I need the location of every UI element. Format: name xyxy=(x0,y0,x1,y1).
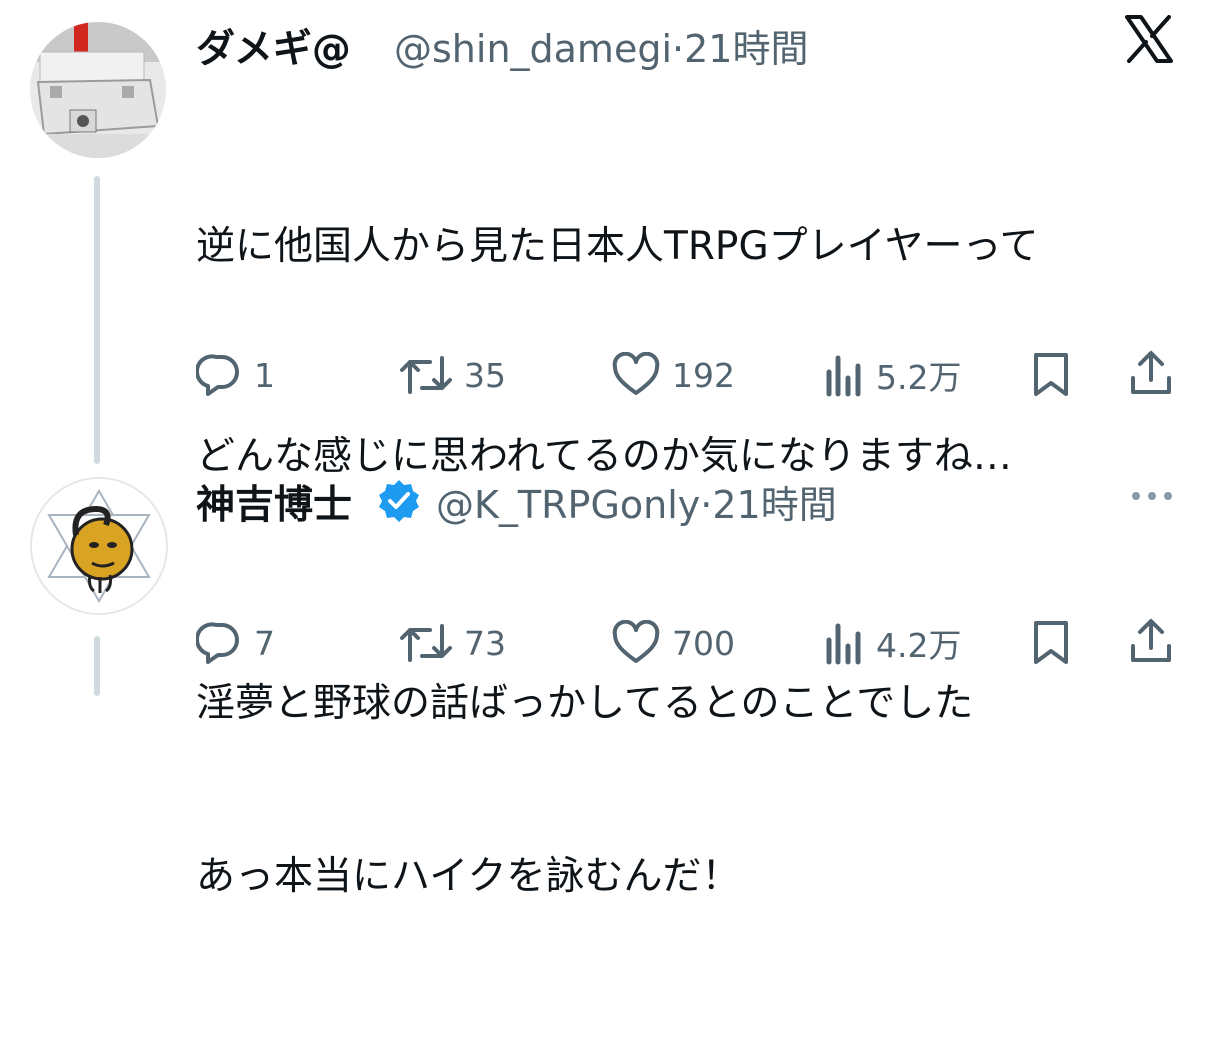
avatar[interactable] xyxy=(30,477,168,615)
reply-button[interactable]: 1 xyxy=(196,349,275,401)
separator: · xyxy=(700,483,713,527)
like-count: 700 xyxy=(672,623,735,663)
views-count: 4.2万 xyxy=(876,626,962,665)
x-logo-icon[interactable] xyxy=(1124,14,1174,68)
like-button[interactable]: 700 xyxy=(612,617,735,669)
heart-icon xyxy=(612,620,660,666)
display-name[interactable]: 神吉博士 xyxy=(196,474,352,530)
timestamp[interactable]: 21時間 xyxy=(684,27,808,71)
retweet-count: 35 xyxy=(464,355,506,395)
bookmark-icon[interactable] xyxy=(1031,352,1071,402)
retweet-button[interactable]: 35 xyxy=(400,349,506,401)
reply-count: 1 xyxy=(254,355,275,395)
handle[interactable]: @shin_damegi xyxy=(394,27,672,71)
share-icon[interactable] xyxy=(1128,618,1174,668)
views-icon xyxy=(824,352,864,398)
tweet-text: 淫夢と野球の話ばっかしてるとのことでした xyxy=(196,529,973,879)
views-count: 5.2万 xyxy=(876,358,962,397)
more-icon[interactable] xyxy=(1130,486,1174,510)
retweet-button[interactable]: 73 xyxy=(400,617,506,669)
views-button[interactable]: 5.2万 xyxy=(824,349,961,401)
timestamp[interactable]: 21時間 xyxy=(712,483,836,527)
reply-button[interactable]: 7 xyxy=(196,617,275,669)
like-button[interactable]: 192 xyxy=(612,349,735,401)
share-icon[interactable] xyxy=(1128,350,1174,400)
heart-icon xyxy=(612,352,660,398)
separator: · xyxy=(672,27,685,71)
like-count: 192 xyxy=(672,355,735,395)
thread-line xyxy=(94,636,100,696)
thread-line xyxy=(94,176,100,464)
tweet-text-line: 淫夢と野球の話ばっかしてるとのことでした xyxy=(196,681,974,726)
verified-badge-icon xyxy=(376,478,422,528)
tweet-meta: @shin_damegi·21時間 xyxy=(394,18,808,73)
retweet-count: 73 xyxy=(464,623,506,663)
bookmark-icon[interactable] xyxy=(1031,620,1071,670)
tweet-meta: @K_TRPGonly·21時間 xyxy=(436,474,837,529)
avatar[interactable] xyxy=(30,22,166,158)
reply-icon xyxy=(196,620,242,666)
reply-count: 7 xyxy=(254,623,275,663)
retweet-icon xyxy=(400,620,452,666)
display-name[interactable]: ダメギ@ xyxy=(196,18,351,74)
views-button[interactable]: 4.2万 xyxy=(824,617,961,669)
retweet-icon xyxy=(400,352,452,398)
handle[interactable]: @K_TRPGonly xyxy=(436,483,700,527)
reply-icon xyxy=(196,352,242,398)
tweet-text-line: 逆に他国人から見た日本人TRPGプレイヤーって xyxy=(196,224,1039,269)
views-icon xyxy=(824,620,864,666)
